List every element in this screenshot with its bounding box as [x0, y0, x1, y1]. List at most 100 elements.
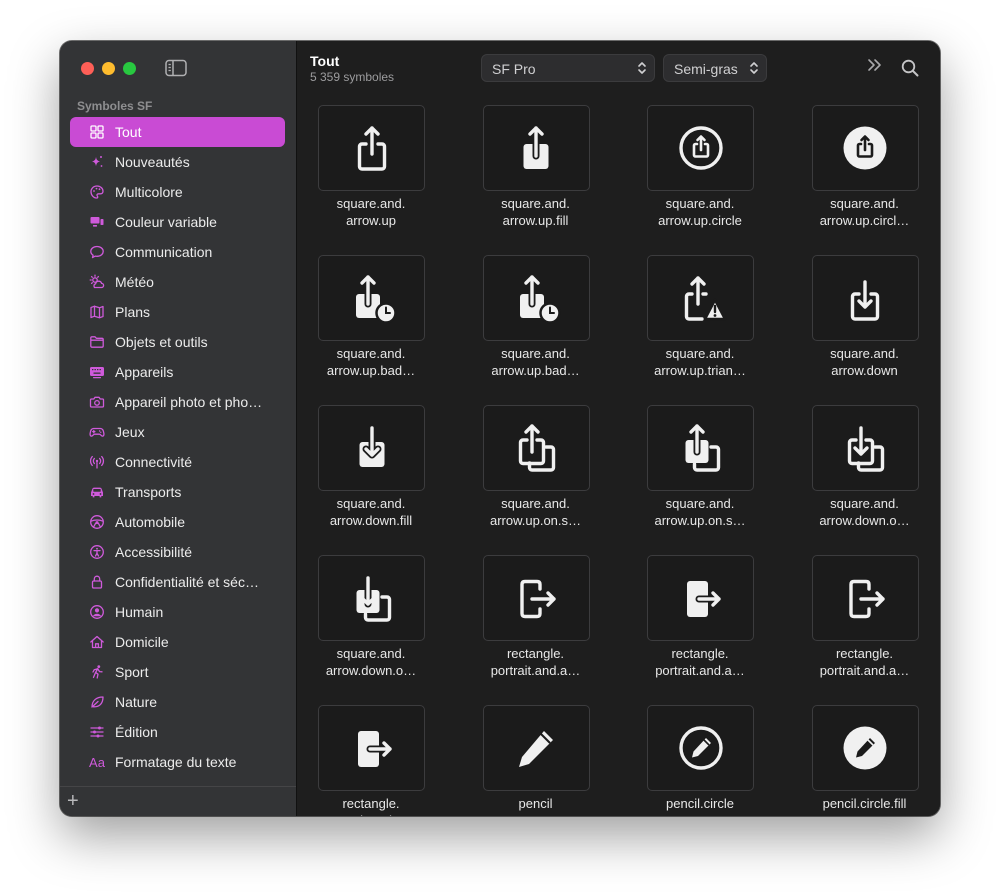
symbol-cell[interactable]: square.and. arrow.up.circle	[646, 105, 754, 245]
symbol-cell[interactable]: square.and. arrow.up.bad…	[482, 255, 590, 395]
sidebar-item[interactable]: Jeux	[70, 417, 285, 447]
sidebar-item[interactable]: Objets et outils	[70, 327, 285, 357]
variable-color-icon	[89, 214, 105, 230]
sparkles-icon	[89, 154, 105, 170]
symbol-cell[interactable]: square.and. arrow.up.bad…	[317, 255, 425, 395]
sidebar-item[interactable]: Domicile	[70, 627, 285, 657]
square-and-arrow-up-circle-fill-icon	[811, 105, 919, 191]
symbol-name-line1: rectangle.	[835, 646, 894, 661]
sidebar-item-label: Plans	[115, 304, 151, 320]
sidebar-item[interactable]: Couleur variable	[70, 207, 285, 237]
symbol-name: pencil.circle	[634, 795, 766, 812]
square-and-arrow-down-on-square-fill-icon	[318, 555, 425, 641]
font-popup-label: SF Pro	[492, 61, 536, 77]
sidebar-item[interactable]: Confidentialité et séc…	[70, 567, 285, 597]
symbol-cell[interactable]: rectangle.portrait.and.a…	[317, 705, 425, 816]
symbol-cell[interactable]: square.and. arrow.up	[317, 105, 425, 245]
symbol-name-line2: arrow.up.bad…	[326, 363, 416, 378]
symbol-name: rectangle.portrait.and.a…	[317, 795, 437, 816]
figure-run-icon	[89, 664, 105, 680]
sidebar-item-label: Nouveautés	[115, 154, 190, 170]
sliders-icon	[89, 724, 105, 740]
symbol-cell[interactable]: pencil.circle	[646, 705, 754, 816]
weight-popup[interactable]: Semi-gras	[663, 54, 767, 82]
square-and-arrow-up-on-square-icon	[482, 405, 590, 491]
symbol-name-line2: arrow.up.on.s…	[654, 513, 746, 528]
chevron-up-down-icon	[749, 61, 759, 80]
camera-icon	[89, 394, 105, 410]
symbol-cell[interactable]: square.and. arrow.up.trian…	[646, 255, 754, 395]
minimize-window-button[interactable]	[102, 62, 115, 75]
symbol-cell[interactable]: pencil	[482, 705, 590, 816]
sidebar-item[interactable]: Nature	[70, 687, 285, 717]
sidebar-item[interactable]: Communication	[70, 237, 285, 267]
sidebar-item[interactable]: Appareils	[70, 357, 285, 387]
sidebar-item[interactable]: Multicolore	[70, 177, 285, 207]
symbol-name-line1: square.and.	[336, 346, 406, 361]
person-circle-icon	[89, 604, 105, 620]
sidebar-item[interactable]: Tout	[70, 117, 285, 147]
symbol-name-line1: rectangle.	[506, 646, 565, 661]
symbol-name-line2: arrow.up.bad…	[491, 363, 580, 378]
symbol-cell[interactable]: square.and. arrow.down	[811, 255, 919, 395]
sidebar-item[interactable]: Connectivité	[70, 447, 285, 477]
sidebar-toggle-icon[interactable]	[165, 59, 187, 77]
close-window-button[interactable]	[81, 62, 94, 75]
symbol-name-line1: square.and.	[501, 346, 570, 361]
symbol-name-line1: pencil.circle.fill	[822, 796, 907, 811]
symbol-cell[interactable]: square.and. arrow.down.o…	[811, 405, 919, 545]
symbol-cell[interactable]: square.and. arrow.up.on.s…	[646, 405, 754, 545]
symbol-cell[interactable]: pencil.circle.fill	[811, 705, 919, 816]
symbol-cell[interactable]: square.and. arrow.down.fill	[317, 405, 425, 545]
weight-popup-label: Semi-gras	[674, 61, 738, 77]
sidebar-item[interactable]: Automobile	[70, 507, 285, 537]
app-window: Symboles SF Tout Nouveautés Multicolore Cou…	[60, 41, 940, 816]
sun-cloud-icon	[89, 274, 105, 290]
symbol-cell[interactable]: rectangle.portrait.and.a…	[646, 555, 754, 695]
folder-icon	[89, 334, 105, 350]
square-and-arrow-up-badge-clock-fill-icon	[482, 255, 590, 341]
sidebar-item[interactable]: Sport	[70, 657, 285, 687]
symbol-cell[interactable]: rectangle. portrait.and.a…	[482, 555, 590, 695]
sidebar-item[interactable]: Météo	[70, 267, 285, 297]
symbol-name: square.and. arrow.up.fill	[470, 195, 602, 229]
toolbar: Tout 5 359 symboles SF Pro Semi-gras	[297, 41, 940, 93]
symbol-cell[interactable]: square.and. arrow.up.fill	[482, 105, 590, 245]
zoom-window-button[interactable]	[123, 62, 136, 75]
symbol-name: pencil	[470, 795, 602, 812]
symbol-name-line2: portrait.and.a…	[490, 663, 581, 678]
map-icon	[89, 304, 105, 320]
font-popup[interactable]: SF Pro	[481, 54, 655, 82]
symbol-name-line1: pencil	[518, 796, 553, 811]
symbol-name: rectangle. portrait.and.a…	[799, 645, 921, 679]
symbol-name: square.and. arrow.down	[799, 345, 921, 379]
sidebar-item-label: Automobile	[115, 514, 186, 530]
symbol-name-line1: square.and.	[501, 496, 570, 511]
sidebar-item[interactable]: Appareil photo et pho…	[70, 387, 285, 417]
symbol-name-line1: rectangle.	[342, 796, 400, 811]
add-collection-button[interactable]: +	[67, 788, 79, 814]
sidebar-item[interactable]: Transports	[70, 477, 285, 507]
symbol-name-line2: arrow.up.on.s…	[489, 513, 582, 528]
symbol-name-line2: portrait.and.a…	[819, 663, 910, 678]
symbol-cell[interactable]: square.and. arrow.up.circl…	[811, 105, 919, 245]
symbol-name-line2: arrow.up.circl…	[819, 213, 910, 228]
symbol-cell[interactable]: square.and. arrow.up.on.s…	[482, 405, 590, 545]
symbol-name-line1: square.and.	[665, 346, 735, 361]
sidebar-item[interactable]: Édition	[70, 717, 285, 747]
sidebar-item[interactable]: Plans	[70, 297, 285, 327]
sidebar-item[interactable]: Aa Formatage du texte	[70, 747, 285, 777]
rectangle-portrait-and-arrow-right-icon	[482, 555, 590, 641]
square-and-arrow-down-fill-icon	[318, 405, 425, 491]
symbol-name-line2: arrow.down.o…	[819, 513, 910, 528]
sidebar-item[interactable]: Humain	[70, 597, 285, 627]
chevron-double-right-icon[interactable]	[867, 58, 883, 77]
symbol-cell[interactable]: square.and. arrow.down.o…	[317, 555, 425, 695]
symbol-name: square.and. arrow.up.bad…	[470, 345, 602, 379]
lock-icon	[89, 574, 105, 590]
sidebar-item[interactable]: Accessibilité	[70, 537, 285, 567]
steering-wheel-icon	[89, 514, 105, 530]
symbol-cell[interactable]: rectangle. portrait.and.a…	[811, 555, 919, 695]
sidebar-item[interactable]: Nouveautés	[70, 147, 285, 177]
search-icon[interactable]	[901, 59, 919, 82]
